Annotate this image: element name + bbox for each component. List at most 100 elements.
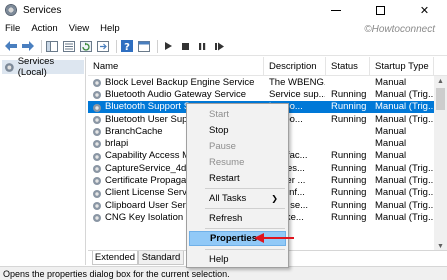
export-list-icon[interactable] (96, 39, 110, 53)
properties-icon[interactable] (137, 39, 151, 53)
back-arrow-icon[interactable] (4, 39, 18, 53)
service-gear-icon (93, 79, 101, 87)
menu-file[interactable]: File (4, 23, 21, 34)
service-status: Running (331, 162, 367, 174)
service-gear-icon (93, 177, 101, 186)
minimize-icon (331, 9, 341, 11)
menu-item-resume[interactable]: Resume (189, 155, 286, 170)
restart-icon[interactable] (212, 39, 226, 53)
service-status: Running (331, 150, 367, 162)
service-startup-type: Manual (Trig... (375, 211, 435, 223)
service-description: Service sup... (269, 88, 325, 100)
table-row[interactable]: Block Level Backup Engine Service The WBE… (88, 76, 434, 88)
service-gear-icon (93, 201, 101, 210)
service-status: Running (331, 88, 367, 100)
list-view-icon[interactable] (62, 39, 76, 53)
status-bar: Opens the properties dialog box for the … (0, 266, 447, 280)
annotation-arrow-icon (254, 233, 294, 243)
column-header-label: Description (269, 61, 317, 72)
menu-item-help[interactable]: Help (189, 252, 286, 267)
menu-item-start[interactable]: Start (189, 107, 286, 122)
toolbar-separator (116, 39, 117, 53)
menu-help[interactable]: Help (99, 23, 121, 34)
service-status: Running (331, 199, 367, 211)
service-gear-icon (93, 214, 101, 223)
maximize-button[interactable] (358, 0, 402, 20)
menu-item-restart[interactable]: Restart (189, 171, 286, 186)
tab-extended[interactable]: Extended (92, 251, 138, 265)
service-startup-type: Manual (Trig... (375, 199, 435, 211)
service-gear-icon (93, 115, 101, 124)
column-header-label: Startup Type (375, 61, 429, 72)
toolbar-separator (41, 39, 42, 53)
close-icon: ✕ (419, 4, 430, 17)
menu-item-all-tasks[interactable]: All Tasks ❯ (189, 191, 286, 206)
column-header-description[interactable]: Description (264, 57, 326, 76)
column-header-name[interactable]: Name (88, 57, 264, 76)
vertical-scrollbar[interactable]: ▲ ▼ (434, 76, 447, 252)
service-startup-type: Manual (375, 150, 407, 162)
menu-item-label: Resume (209, 157, 245, 168)
menu-item-label: Stop (209, 125, 229, 136)
scroll-up-icon[interactable]: ▲ (434, 76, 447, 87)
toolbar-separator (157, 39, 158, 53)
services-gear-icon (4, 62, 14, 72)
service-gear-icon (93, 189, 101, 198)
tree-item-label: Services (Local) (17, 56, 55, 78)
tab-label: Standard (141, 252, 181, 263)
tab-standard[interactable]: Standard (138, 251, 184, 265)
service-status: Running (331, 175, 367, 187)
menu-item-stop[interactable]: Stop (189, 123, 286, 138)
service-gear-icon (93, 103, 101, 112)
menu-view[interactable]: View (68, 23, 90, 34)
pause-icon[interactable] (195, 39, 209, 53)
service-gear-icon (92, 226, 102, 236)
scrollbar-thumb[interactable] (436, 88, 445, 110)
console-tree-pane: Services (Local) (0, 56, 86, 265)
console-tree-icon[interactable] (45, 39, 59, 53)
title-bar: Services ✕ (0, 0, 447, 20)
maximize-icon (375, 5, 385, 15)
refresh-icon[interactable] (79, 39, 93, 53)
menu-item-label: Refresh (209, 213, 243, 224)
service-gear-icon (93, 152, 101, 161)
service-gear-icon (93, 165, 101, 174)
service-startup-type: Manual (Trig... (375, 101, 435, 113)
service-startup-type: Manual (Trig... (375, 113, 435, 125)
column-header-label: Name (93, 61, 119, 72)
menu-item-pause[interactable]: Pause (189, 139, 286, 154)
service-startup-type: Manual (375, 76, 407, 88)
service-startup-type: Manual (375, 125, 407, 137)
service-startup-type: Manual (375, 138, 407, 150)
stop-icon[interactable] (178, 39, 192, 53)
status-text: Opens the properties dialog box for the … (3, 268, 230, 279)
window-title: Services (23, 4, 62, 16)
menu-item-label: Start (209, 109, 230, 120)
column-header-label: Status (331, 61, 358, 72)
help-icon[interactable]: ? (120, 39, 134, 53)
menu-action[interactable]: Action (30, 23, 58, 34)
play-icon[interactable] (161, 39, 175, 53)
menu-item-label: Pause (209, 141, 236, 152)
service-gear-icon (93, 140, 101, 149)
table-row[interactable]: Bluetooth Audio Gateway Service Service s… (88, 88, 435, 100)
submenu-arrow-icon: ❯ (271, 194, 278, 203)
menu-item-refresh[interactable]: Refresh (189, 211, 286, 226)
tree-item-services-local[interactable]: Services (Local) (2, 56, 84, 78)
menu-separator (205, 228, 285, 229)
column-header-status[interactable]: Status (326, 57, 370, 76)
minimize-button[interactable] (314, 0, 358, 20)
svg-text:?: ? (124, 42, 130, 52)
menu-item-label: Properties (210, 233, 257, 244)
menu-item-label: Restart (209, 173, 240, 184)
close-button[interactable]: ✕ (402, 0, 447, 20)
forward-arrow-icon[interactable] (21, 39, 35, 53)
service-status: Running (331, 211, 367, 223)
service-status: Running (331, 187, 367, 199)
menu-separator (205, 249, 285, 250)
column-header-startup-type[interactable]: Startup Type (370, 57, 434, 76)
menu-item-label: All Tasks (209, 193, 247, 204)
service-gear-icon (93, 91, 101, 100)
service-startup-type: Manual (Trig... (375, 88, 435, 100)
service-startup-type: Manual (Trig... (375, 175, 435, 187)
